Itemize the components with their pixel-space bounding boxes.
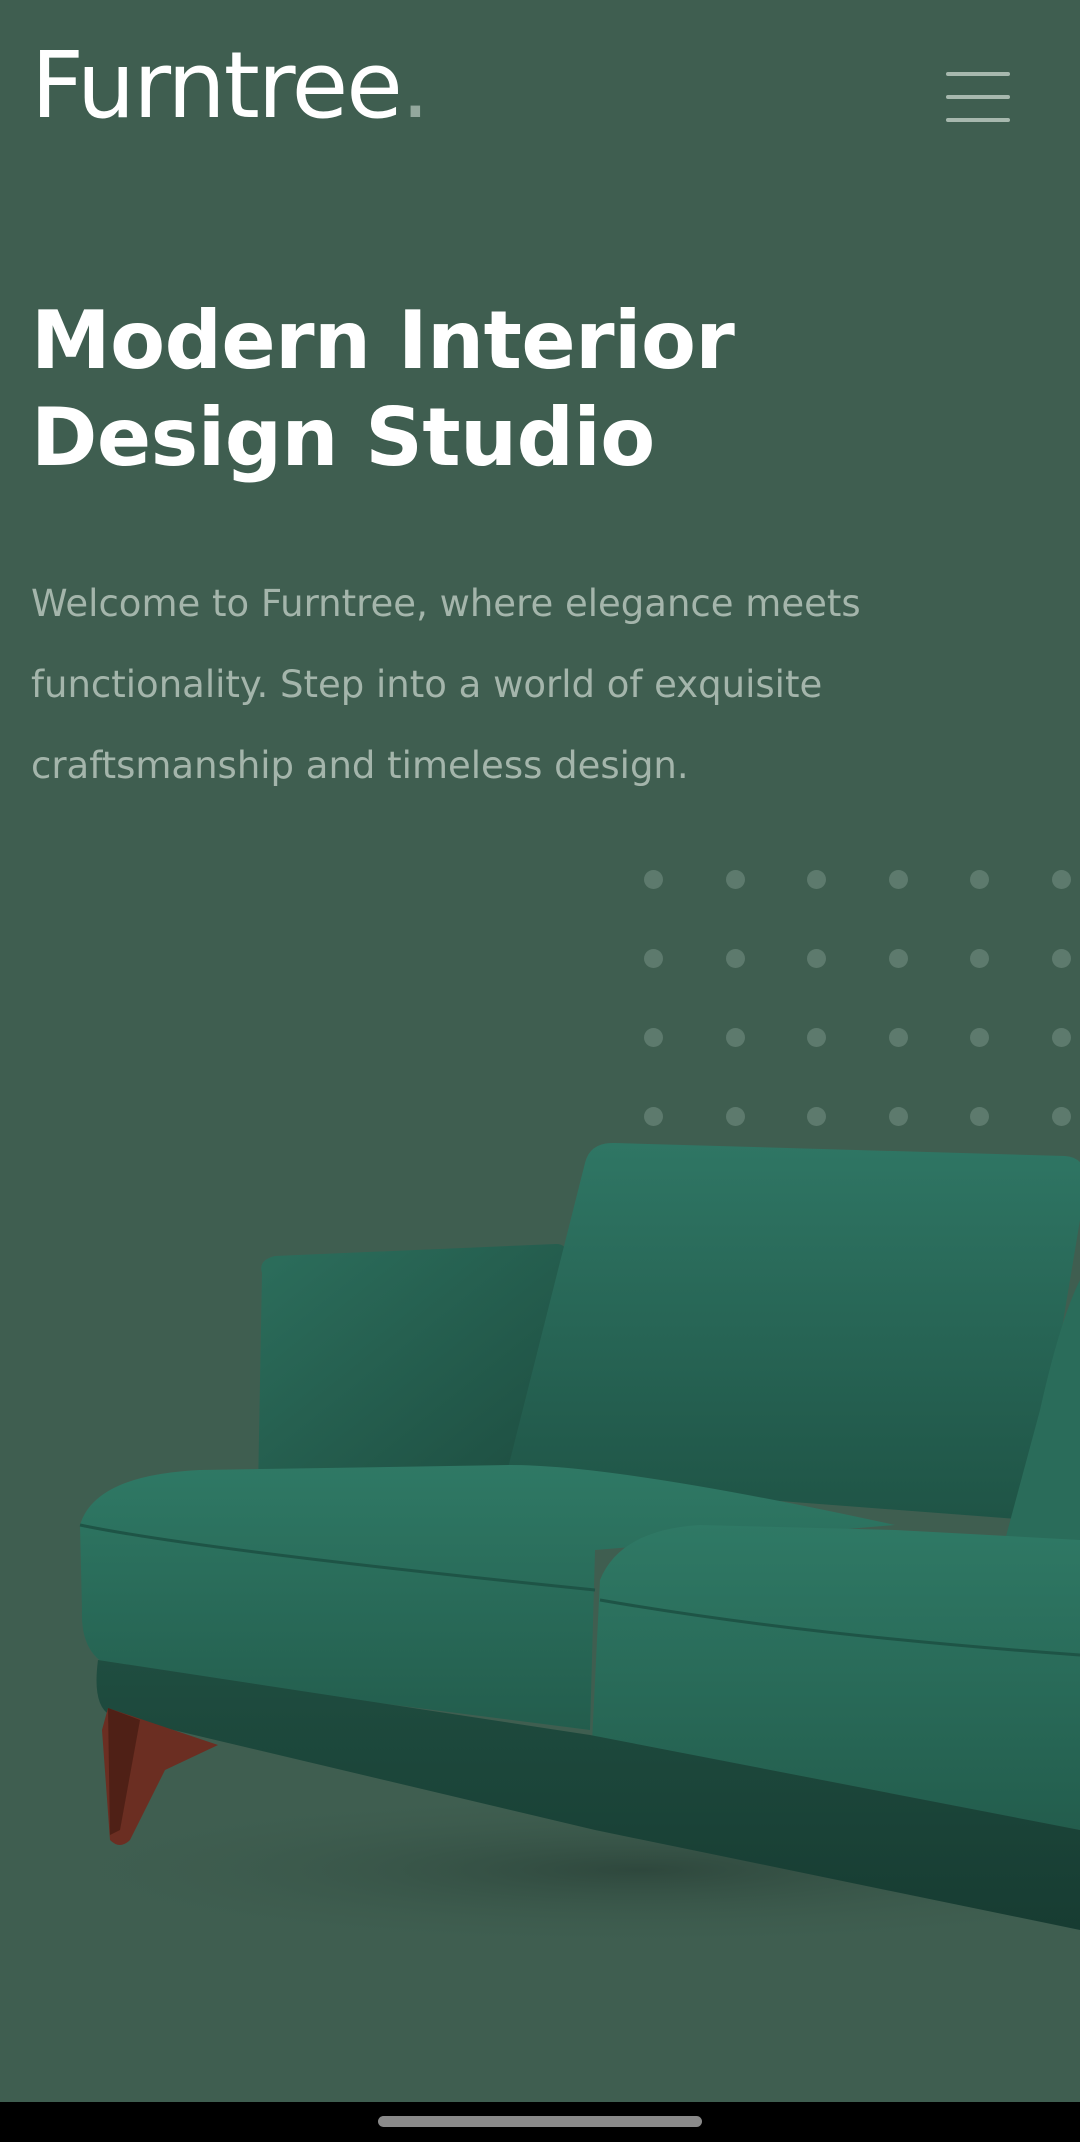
grid-dot bbox=[1051, 949, 1071, 968]
brand-logo-dot: . bbox=[400, 32, 430, 139]
brand-logo-text: Furntree bbox=[31, 32, 403, 139]
grid-dot bbox=[970, 1107, 989, 1126]
home-indicator[interactable] bbox=[378, 2116, 702, 2127]
grid-dot bbox=[644, 1107, 663, 1126]
menu-bar-bottom bbox=[946, 118, 1010, 122]
grid-dot bbox=[888, 870, 908, 889]
grid-dot bbox=[644, 870, 663, 889]
grid-dot bbox=[1051, 1107, 1071, 1126]
grid-dot bbox=[888, 1028, 908, 1047]
hero-description: Welcome to Furntree, where elegance meet… bbox=[31, 582, 861, 787]
system-navigation-bar bbox=[0, 2102, 1080, 2142]
grid-dot bbox=[725, 1028, 745, 1047]
grid-dot bbox=[807, 949, 826, 968]
grid-dot bbox=[1051, 870, 1071, 889]
sofa-back-cushion bbox=[505, 1142, 1080, 1520]
grid-dot bbox=[644, 1028, 663, 1047]
grid-dot bbox=[970, 1028, 989, 1047]
grid-dot bbox=[807, 870, 826, 889]
grid-dot bbox=[970, 870, 989, 889]
menu-bar-middle bbox=[946, 95, 1010, 99]
grid-dot bbox=[807, 1107, 826, 1126]
brand-logo[interactable]: Furntree. bbox=[31, 40, 430, 132]
grid-dot bbox=[888, 949, 908, 968]
hamburger-menu-button[interactable] bbox=[930, 62, 1025, 132]
hero-title: Modern Interior Design Studio bbox=[31, 294, 735, 484]
menu-bar-top bbox=[946, 72, 1010, 76]
grid-dot bbox=[725, 870, 745, 889]
grid-dot bbox=[807, 1028, 826, 1047]
grid-dot bbox=[644, 949, 663, 968]
landing-page: Furntree. Modern Interior Design Studio … bbox=[0, 0, 1080, 2142]
site-header: Furntree. bbox=[0, 0, 1080, 200]
grid-dot bbox=[725, 949, 745, 968]
grid-dot bbox=[1051, 1028, 1071, 1047]
grid-dot bbox=[970, 949, 989, 968]
grid-dot bbox=[725, 1107, 745, 1126]
grid-dot bbox=[888, 1107, 908, 1126]
sofa-image bbox=[20, 1142, 1080, 1950]
dot-grid-decoration bbox=[644, 870, 1080, 1130]
